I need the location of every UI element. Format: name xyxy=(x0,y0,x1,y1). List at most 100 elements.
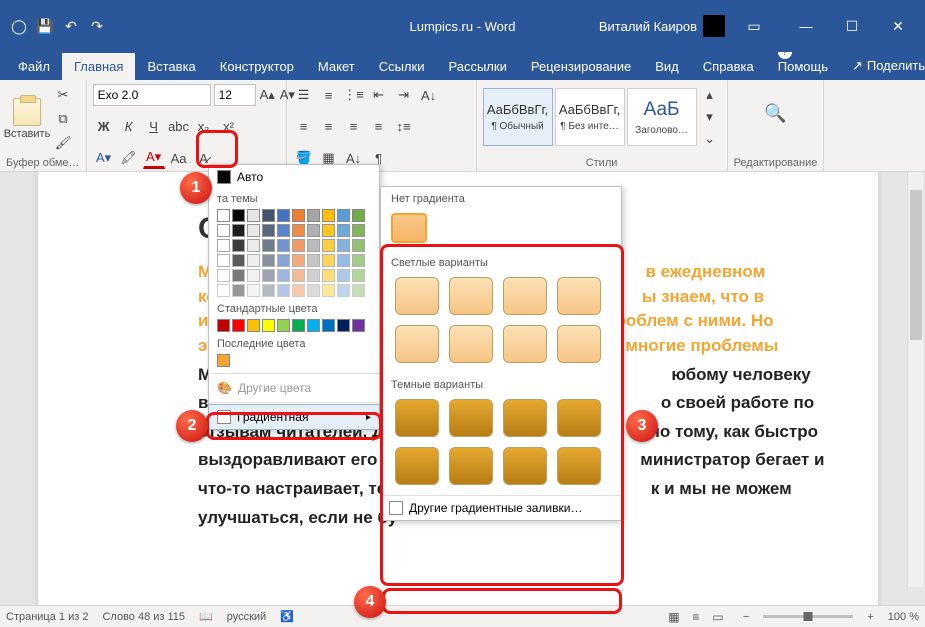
bold-icon[interactable]: Ж xyxy=(93,116,115,138)
dark-gradient-grid[interactable] xyxy=(381,395,621,495)
theme-color-grid[interactable] xyxy=(209,207,381,299)
theme-colors-label: та темы xyxy=(209,189,379,207)
align-left-icon[interactable]: ≡ xyxy=(293,116,315,138)
view-switcher[interactable]: ▦≡▭ xyxy=(663,608,729,626)
redo-icon[interactable]: ↷ xyxy=(86,15,108,37)
cut-icon[interactable]: ✂ xyxy=(52,84,74,106)
numbering-icon[interactable]: ≡ xyxy=(318,84,340,106)
tab-insert[interactable]: Вставка xyxy=(135,53,207,80)
indent-icon[interactable]: ⇥ xyxy=(393,84,415,106)
bullets-icon[interactable]: ☰ xyxy=(293,84,315,106)
standard-colors-label: Стандартные цвета xyxy=(209,299,379,317)
highlight-icon[interactable]: 🖍 xyxy=(118,147,140,169)
font-size-select[interactable] xyxy=(214,84,256,106)
quick-access: ◯ 💾 ↶ ↷ xyxy=(0,15,116,37)
auto-color[interactable]: Авто xyxy=(209,165,379,189)
grow-font-icon[interactable]: A▴ xyxy=(259,84,276,106)
undo-icon[interactable]: ↶ xyxy=(60,15,82,37)
gradient-submenu: Нет градиента Светлые варианты Темные ва… xyxy=(380,186,622,521)
more-gradients[interactable]: Другие градиентные заливки… xyxy=(381,495,621,520)
recent-color-row[interactable] xyxy=(209,352,379,371)
zoom-in-icon[interactable]: + xyxy=(867,611,873,623)
justify-icon[interactable]: ≡ xyxy=(368,116,390,138)
clipboard-label: Буфер обме… xyxy=(6,155,80,169)
styles-up-icon[interactable]: ▴ xyxy=(699,84,721,106)
title-bar: ◯ 💾 ↶ ↷ Lumpics.ru - Word Виталий Каиров… xyxy=(0,0,925,52)
proofing-icon[interactable]: 📖 xyxy=(199,610,213,623)
more-colors[interactable]: 🎨Другие цвета xyxy=(209,376,379,400)
tab-file[interactable]: Файл xyxy=(6,53,62,80)
subscript-icon[interactable]: x₂ xyxy=(193,116,215,138)
align-center-icon[interactable]: ≡ xyxy=(318,116,340,138)
font-color-menu: Авто та темы Стандартные цвета Последние… xyxy=(208,164,380,430)
language-status[interactable]: русский xyxy=(227,611,266,623)
no-gradient-swatch[interactable] xyxy=(381,209,621,251)
copy-icon[interactable]: ⧉ xyxy=(52,108,74,130)
zoom-out-icon[interactable]: − xyxy=(743,611,749,623)
underline-icon[interactable]: Ч xyxy=(143,116,165,138)
gradient-item[interactable]: Градиентная▸ xyxy=(208,404,380,430)
window-controls: — ☐ ✕ xyxy=(783,0,921,52)
window-title: Lumpics.ru - Word xyxy=(410,19,516,34)
group-styles: АаБбВвГг, ¶ Обычный АаБбВвГг, ¶ Без инте… xyxy=(477,80,728,171)
autosave-icon[interactable]: ◯ xyxy=(8,15,30,37)
sort-icon[interactable]: A↓ xyxy=(418,84,440,106)
light-gradient-grid[interactable] xyxy=(381,273,621,373)
font-color-button[interactable]: A▾ xyxy=(143,147,165,169)
align-right-icon[interactable]: ≡ xyxy=(343,116,365,138)
tab-help[interactable]: Справка xyxy=(691,53,766,80)
group-editing: 🔍 Редактирование xyxy=(728,80,825,171)
page-status[interactable]: Страница 1 из 2 xyxy=(6,611,88,623)
ribbon: Вставить ✂ ⧉ 🖌 Буфер обме… A▴ A▾ Ж К Ч a… xyxy=(0,80,925,172)
standard-color-row[interactable] xyxy=(209,317,379,334)
status-bar: Страница 1 из 2 Слово 48 из 115 📖 русски… xyxy=(0,605,925,627)
save-icon[interactable]: 💾 xyxy=(34,15,56,37)
style-normal[interactable]: АаБбВвГг, ¶ Обычный xyxy=(483,88,553,146)
tab-references[interactable]: Ссылки xyxy=(367,53,437,80)
zoom-slider[interactable] xyxy=(763,615,853,618)
styles-more-icon[interactable]: ⌄ xyxy=(699,128,721,150)
tab-share[interactable]: Поделиться xyxy=(840,52,925,80)
tab-mailings[interactable]: Рассылки xyxy=(436,53,518,80)
group-paragraph: ☰ ≡ ⋮≡ ⇤ ⇥ A↓ ≡ ≡ ≡ ≡ ↕≡ 🪣 ▦ A↓ ¶ xyxy=(287,80,477,171)
styles-down-icon[interactable]: ▾ xyxy=(699,106,721,128)
zoom-level[interactable]: 100 % xyxy=(888,611,919,623)
line-spacing-icon[interactable]: ↕≡ xyxy=(393,116,415,138)
tab-home[interactable]: Главная xyxy=(62,53,135,80)
no-gradient-label: Нет градиента xyxy=(381,187,621,209)
paste-button[interactable]: Вставить xyxy=(6,84,48,154)
dark-variants-label: Темные варианты xyxy=(381,373,621,395)
tab-review[interactable]: Рецензирование xyxy=(519,53,643,80)
ribbon-options-icon[interactable]: ▭ xyxy=(731,0,777,52)
styles-label: Стили xyxy=(483,155,721,169)
editing-label: Редактирование xyxy=(734,155,818,169)
text-effects-icon[interactable]: A▾ xyxy=(93,147,115,169)
close-icon[interactable]: ✕ xyxy=(875,0,921,52)
recent-colors-label: Последние цвета xyxy=(209,334,379,352)
avatar[interactable] xyxy=(703,15,725,37)
group-clipboard: Вставить ✂ ⧉ 🖌 Буфер обме… xyxy=(0,80,87,171)
word-count[interactable]: Слово 48 из 115 xyxy=(102,611,185,623)
ribbon-tabs: Файл Главная Вставка Конструктор Макет С… xyxy=(0,52,925,80)
vertical-scrollbar[interactable] xyxy=(907,172,923,587)
maximize-icon[interactable]: ☐ xyxy=(829,0,875,52)
italic-icon[interactable]: К xyxy=(118,116,140,138)
style-heading[interactable]: АаБ Заголово… xyxy=(627,88,697,146)
format-painter-icon[interactable]: 🖌 xyxy=(52,132,74,154)
group-font: A▴ A▾ Ж К Ч abc x₂ x² A▾ 🖍 A▾ Aa A̷ xyxy=(87,80,287,171)
user-name[interactable]: Виталий Каиров xyxy=(599,19,697,34)
style-no-spacing[interactable]: АаБбВвГг, ¶ Без инте… xyxy=(555,88,625,146)
outdent-icon[interactable]: ⇤ xyxy=(368,84,390,106)
find-icon[interactable]: 🔍 xyxy=(764,102,786,124)
minimize-icon[interactable]: — xyxy=(783,0,829,52)
tab-layout[interactable]: Макет xyxy=(306,53,367,80)
change-case-icon[interactable]: Aa xyxy=(168,147,190,169)
light-variants-label: Светлые варианты xyxy=(381,251,621,273)
multilevel-icon[interactable]: ⋮≡ xyxy=(343,84,365,106)
superscript-icon[interactable]: x² xyxy=(218,116,240,138)
font-name-select[interactable] xyxy=(93,84,211,106)
strike-icon[interactable]: abc xyxy=(168,116,190,138)
tab-view[interactable]: Вид xyxy=(643,53,691,80)
accessibility-icon[interactable]: ♿ xyxy=(280,610,294,623)
tab-design[interactable]: Конструктор xyxy=(208,53,306,80)
